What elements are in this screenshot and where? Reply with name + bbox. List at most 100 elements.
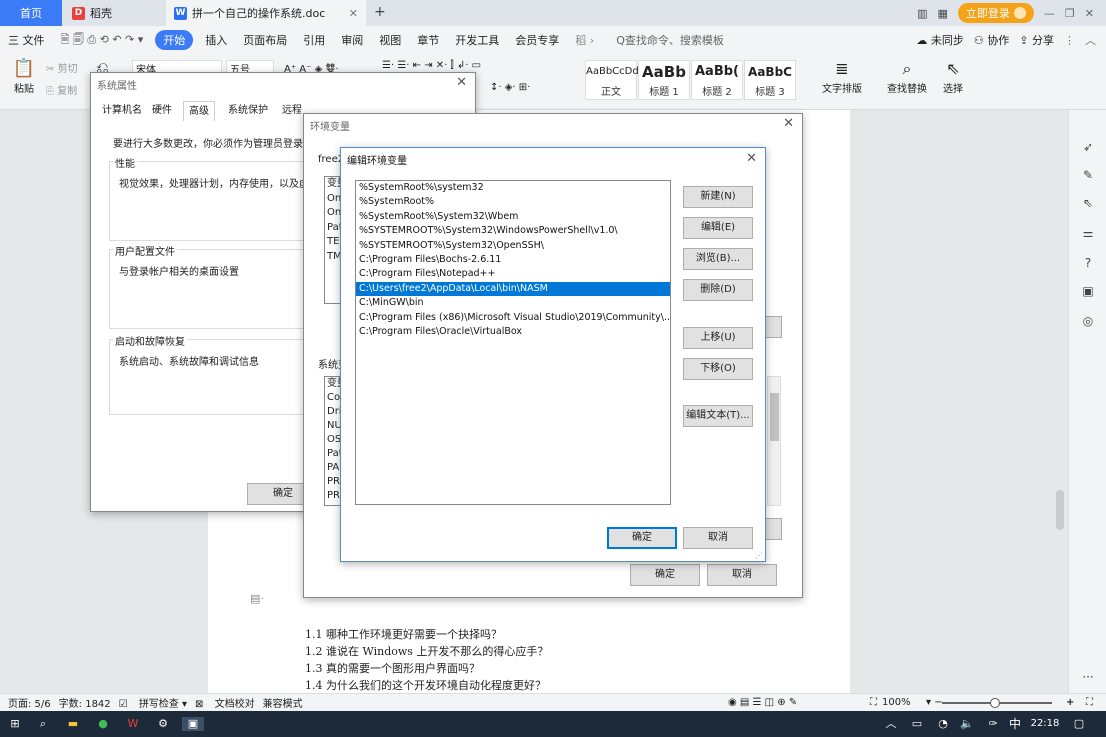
sliders-icon[interactable]: ⚌ — [1081, 226, 1095, 240]
wifi-icon[interactable]: ◔ — [936, 717, 950, 731]
sync-status[interactable]: ☁ 未同步 — [916, 32, 964, 48]
zoom-in-icon[interactable]: + — [1066, 697, 1074, 708]
layout-icon[interactable]: ▥ — [917, 7, 927, 20]
notification-icon[interactable]: ▢ — [1072, 717, 1086, 731]
delete-button[interactable]: 删除(D) — [683, 279, 753, 301]
style-normal[interactable]: AaBbCcDd 正文 — [585, 60, 639, 100]
path-list-item[interactable]: C:\Program Files\Notepad++ — [356, 267, 670, 281]
path-list-item[interactable]: %SYSTEMROOT%\System32\WindowsPowerShell\… — [356, 224, 670, 238]
view-mode-icons[interactable]: ◉ ▤ ☰ ◫ ⊕ ✎ — [728, 697, 797, 708]
word-count[interactable]: 字数: 1842 — [59, 695, 111, 710]
pen-input-icon[interactable]: ✑ — [986, 717, 1000, 731]
help-icon[interactable]: ? — [1081, 256, 1095, 270]
collapse-ribbon-icon[interactable]: ︿ — [1085, 32, 1096, 48]
edit-button[interactable]: 编辑(E) — [683, 217, 753, 239]
select-button[interactable]: ⇖ 选择 — [938, 58, 968, 95]
pen-icon[interactable]: ✎ — [1081, 168, 1095, 182]
share-button[interactable]: ⇪ 分享 — [1019, 32, 1054, 48]
pointer-icon[interactable]: ⇖ — [1081, 196, 1095, 210]
menu-insert[interactable]: 插入 — [197, 32, 235, 48]
login-button[interactable]: 立即登录 — [957, 3, 1034, 23]
clock[interactable]: 22:18 — [1030, 717, 1060, 731]
menu-start[interactable]: 开始 — [155, 30, 194, 50]
scrollbar-thumb[interactable] — [770, 393, 779, 441]
style-heading2[interactable]: AaBb( 标题 2 — [691, 60, 743, 100]
ime-indicator[interactable]: 中 — [1008, 717, 1022, 731]
zoom-level[interactable]: 100% — [882, 697, 911, 708]
path-list-item[interactable]: %SystemRoot% — [356, 195, 670, 209]
close-window-icon[interactable]: ✕ — [1085, 7, 1094, 20]
editenv-cancel-button[interactable]: 取消 — [683, 527, 753, 549]
collab-button[interactable]: ⚇ 协作 — [974, 32, 1009, 48]
menu-member[interactable]: 会员专享 — [507, 32, 567, 48]
path-list-item[interactable]: C:\Program Files\Bochs-2.6.11 — [356, 253, 670, 267]
text-layout-button[interactable]: ≣ 文字排版 — [820, 58, 864, 95]
location-icon[interactable]: ◎ — [1081, 314, 1095, 328]
fit-page-icon[interactable]: ⛶ — [870, 697, 877, 708]
new-tab-icon[interactable]: + — [374, 4, 386, 20]
find-replace-button[interactable]: ⌕ 查找替换 — [882, 58, 932, 95]
apps-grid-icon[interactable]: ▦ — [938, 7, 948, 20]
spell-check[interactable]: ☑ 拼写检查 ▾ — [119, 695, 187, 710]
tab-home[interactable]: 首页 — [0, 0, 62, 26]
style-heading3[interactable]: AaBbC 标题 3 — [744, 60, 796, 100]
search-icon[interactable]: ⌕ — [36, 717, 50, 731]
editenv-ok-button[interactable]: 确定 — [607, 527, 677, 549]
path-list-item[interactable]: C:\Users\free2\AppData\Local\bin\NASM — [356, 281, 670, 297]
tab-system-protection[interactable]: 系统保护 — [223, 101, 273, 121]
browser-icon[interactable]: ● — [96, 717, 110, 731]
envvars-cancel-button[interactable]: 取消 — [707, 564, 777, 586]
spacing-tools-icons[interactable]: ↕· ◈· ⊞· — [490, 82, 530, 93]
document-scrollbar[interactable] — [1056, 490, 1064, 530]
command-search[interactable]: Q查找命令、搜索模板 — [608, 32, 732, 48]
style-heading1[interactable]: AaBb 标题 1 — [638, 60, 690, 100]
path-list-item[interactable]: %SYSTEMROOT%\System32\OpenSSH\ — [356, 239, 670, 253]
menu-chapter[interactable]: 章节 — [409, 32, 447, 48]
system-vars-scrollbar[interactable] — [767, 376, 781, 506]
menu-review[interactable]: 审阅 — [333, 32, 371, 48]
menu-dev-tools[interactable]: 开发工具 — [447, 32, 507, 48]
move-up-button[interactable]: 上移(U) — [683, 327, 753, 349]
path-list-item[interactable]: %SystemRoot%\system32 — [356, 181, 670, 195]
tab-advanced[interactable]: 高级 — [183, 101, 215, 121]
quick-access-icons[interactable]: 🗎 🗐 ⎙ ⟲ ↶ ↷ ▾ — [53, 31, 152, 50]
path-list-item[interactable]: C:\Program Files\Oracle\VirtualBox — [356, 325, 670, 339]
fullscreen-icon[interactable]: ⛶ — [1086, 697, 1093, 708]
doc-proof[interactable]: ⊠ 文档校对 — [195, 695, 255, 710]
menu-layout[interactable]: 页面布局 — [235, 32, 295, 48]
path-list-item[interactable]: C:\Program Files (x86)\Microsoft Visual … — [356, 311, 670, 325]
zoom-out-icon[interactable]: ▾ − — [926, 697, 943, 708]
minimize-icon[interactable]: — — [1044, 7, 1055, 20]
restore-icon[interactable]: ❐ — [1065, 7, 1075, 20]
cut-button[interactable]: ✂ 剪切 — [46, 60, 78, 75]
menu-view[interactable]: 视图 — [371, 32, 409, 48]
more-dots-icon[interactable]: ··· — [1081, 670, 1095, 684]
paste-button[interactable]: 📋 粘贴 — [10, 58, 38, 95]
path-list-item[interactable]: %SystemRoot%\System32\Wbem — [356, 210, 670, 224]
tray-chevron-icon[interactable]: ︿ — [884, 717, 898, 731]
file-explorer-icon[interactable]: ▬ — [66, 717, 80, 731]
edit-text-button[interactable]: 编辑文本(T)... — [683, 405, 753, 427]
envvars-ok-button[interactable]: 确定 — [630, 564, 700, 586]
control-panel-icon[interactable]: ▣ — [182, 717, 204, 731]
close-icon[interactable]: ✕ — [746, 151, 757, 166]
menu-more-icon[interactable]: 稻 › — [567, 32, 602, 48]
windows-start-icon[interactable]: ⊞ — [8, 717, 22, 731]
tab-daoke[interactable]: D 稻壳 — [64, 0, 164, 26]
zoom-slider-knob[interactable] — [990, 698, 1000, 708]
tab-computer-name[interactable]: 计算机名 — [97, 101, 147, 121]
tab-close-icon[interactable]: ✕ — [349, 7, 358, 20]
more-menu-icon[interactable]: ⋮ — [1064, 34, 1075, 47]
tab-hardware[interactable]: 硬件 — [147, 101, 177, 121]
resize-grip-icon[interactable]: ⋰ — [755, 551, 763, 560]
battery-icon[interactable]: ▭ — [910, 717, 924, 731]
settings-gear-icon[interactable]: ⚙ — [156, 717, 170, 731]
browse-button[interactable]: 浏览(B)... — [683, 248, 753, 270]
menu-references[interactable]: 引用 — [295, 32, 333, 48]
tab-document[interactable]: W 拼一个自己的操作系统.doc ✕ — [166, 0, 366, 26]
wps-icon[interactable]: W — [126, 717, 140, 731]
close-icon[interactable]: ✕ — [456, 75, 467, 90]
new-button[interactable]: 新建(N) — [683, 186, 753, 208]
copy-button[interactable]: ⎘ 复制 — [46, 82, 77, 97]
page-indicator[interactable]: 页面: 5/6 — [8, 695, 51, 710]
